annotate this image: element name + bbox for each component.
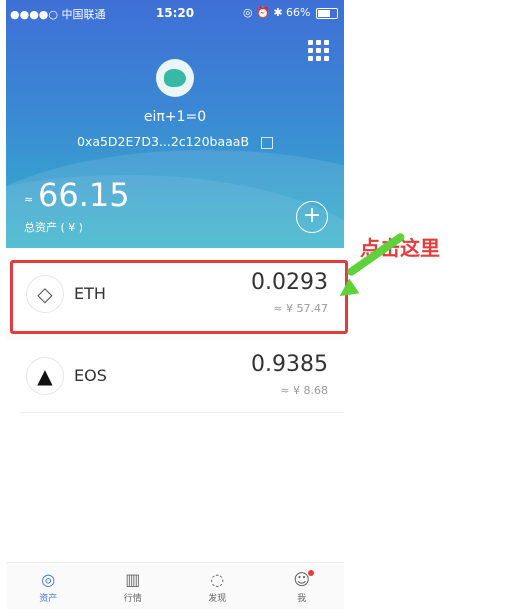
status-right: ◎ ⏰ ✱ 66% — [243, 6, 338, 19]
bottom-tab-bar: ◎ 资产 ▥ 行情 ◌ 发现 ☺ 我 — [6, 562, 344, 609]
asset-header: ●●●●○ 中国联通 15:20 ◎ ⏰ ✱ 66% eiπ+1=0 0xa5D… — [6, 0, 344, 248]
menu-grid-icon[interactable] — [308, 40, 330, 62]
tab-label: 资产 — [39, 594, 58, 604]
notification-dot — [308, 570, 314, 576]
tab-assets[interactable]: ◎ 资产 — [6, 563, 91, 609]
tab-market[interactable]: ▥ 行情 — [91, 563, 176, 609]
wallet-address: 0xa5D2E7D3...2c120baaaB — [76, 134, 250, 149]
battery-icon — [316, 7, 338, 19]
assets-icon: ◎ — [41, 570, 56, 589]
asset-value: ≈ ¥ 8.68 — [280, 384, 328, 397]
row-separator — [20, 412, 344, 413]
asset-symbol: EOS — [74, 366, 107, 385]
chart-icon: ▥ — [125, 570, 141, 589]
wallet-name[interactable]: eiπ+1=0 — [6, 109, 344, 125]
add-asset-button[interactable]: + — [296, 201, 328, 233]
wallet-address-row[interactable]: 0xa5D2E7D3...2c120baaaB — [6, 134, 344, 149]
total-balance-label: 总资产 ( ¥ ) — [24, 221, 84, 234]
asset-row-eos[interactable]: ▲ EOS 0.9385 ≈ ¥ 8.68 — [6, 340, 344, 412]
qr-code-icon[interactable] — [261, 136, 274, 149]
total-balance: 66.15 — [38, 176, 130, 214]
wallet-avatar[interactable] — [156, 59, 194, 97]
tab-label: 发现 — [208, 594, 227, 604]
tab-label: 我 — [297, 594, 307, 604]
status-icons: ◎ ⏰ ✱ 66% — [243, 6, 311, 19]
eos-icon: ▲ — [26, 357, 64, 395]
status-bar: ●●●●○ 中国联通 15:20 ◎ ⏰ ✱ 66% — [6, 6, 344, 22]
asset-amount: 0.9385 — [251, 352, 328, 377]
highlight-box — [10, 260, 348, 334]
lightbulb-icon: ◌ — [210, 570, 225, 589]
tab-label: 行情 — [123, 594, 142, 604]
approx-sign: ≈ — [24, 193, 34, 206]
tab-discover[interactable]: ◌ 发现 — [175, 563, 260, 609]
tab-me[interactable]: ☺ 我 — [260, 563, 345, 609]
